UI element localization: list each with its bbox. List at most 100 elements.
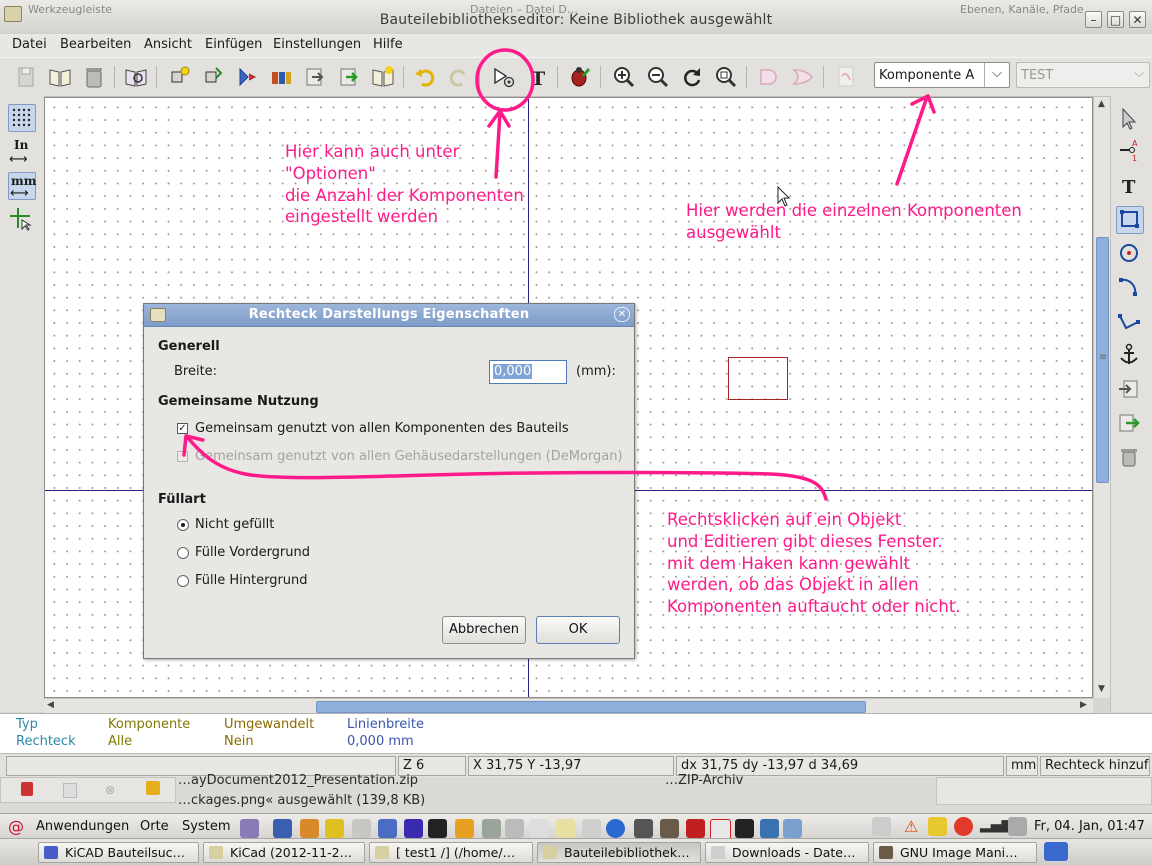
text-tool-icon[interactable]: T — [1116, 172, 1144, 200]
units-mm-button[interactable]: mm ⟷ — [8, 172, 36, 201]
launcher-20-icon[interactable] — [735, 819, 754, 838]
fill-background-radio[interactable] — [177, 575, 189, 587]
part-options-icon[interactable] — [492, 64, 518, 90]
minimize-button[interactable]: – — [1085, 11, 1102, 28]
save-library-icon[interactable] — [13, 64, 39, 90]
gimp-icon[interactable] — [660, 819, 679, 838]
horizontal-scroll-thumb[interactable] — [316, 701, 866, 713]
rectangle-graphic[interactable] — [728, 357, 788, 400]
task-downloads[interactable]: Downloads - Date… — [705, 842, 869, 863]
width-input[interactable]: 0,000 — [489, 360, 567, 384]
delete-part-icon[interactable] — [81, 64, 107, 90]
pdf-datasheet-icon[interactable] — [833, 64, 859, 90]
check-part-icon[interactable] — [566, 64, 592, 90]
ok-button[interactable]: OK — [536, 616, 620, 644]
launcher-18-icon[interactable] — [686, 819, 705, 838]
menu-einfuegen[interactable]: Einfügen — [205, 37, 262, 52]
cancel-button[interactable]: Abbrechen — [442, 616, 526, 644]
launcher-19-icon[interactable] — [710, 819, 731, 840]
scroll-up-icon[interactable]: ▲ — [1098, 99, 1105, 109]
terminal-icon[interactable] — [428, 819, 447, 838]
launcher-4-icon[interactable] — [325, 819, 344, 838]
dialog-close-icon[interactable]: ✕ — [614, 307, 630, 322]
close-button[interactable]: ✕ — [1129, 11, 1146, 28]
import-part-icon[interactable] — [234, 64, 260, 90]
update-part-icon[interactable] — [268, 64, 294, 90]
launcher-5-icon[interactable] — [352, 819, 371, 838]
volume-icon[interactable] — [872, 817, 891, 836]
task-eeschema[interactable]: [ test1 /] (/home/… — [369, 842, 533, 863]
calculator-icon[interactable] — [505, 819, 524, 838]
warning-icon[interactable]: ⚠ — [904, 817, 918, 836]
launcher-13-icon[interactable] — [556, 819, 575, 838]
circle-tool-icon[interactable] — [1116, 240, 1144, 268]
create-new-lib-icon[interactable] — [336, 64, 362, 90]
launcher-2-icon[interactable] — [273, 819, 292, 838]
task-kicad-part-search[interactable]: KiCAD Bauteilsuc… — [38, 842, 199, 863]
select-tool-icon[interactable] — [1116, 106, 1144, 134]
import-drawing-icon[interactable] — [1116, 376, 1144, 404]
window-titlebar[interactable]: Werkzeugleiste Dateien – Datei D… Ebenen… — [0, 0, 1152, 35]
launcher-7-icon[interactable] — [404, 819, 423, 838]
fill-background-label[interactable]: Fülle Hintergrund — [195, 573, 308, 588]
launcher-1-icon[interactable] — [240, 819, 259, 838]
tex-icon[interactable] — [582, 819, 601, 838]
panel-clock[interactable]: Fr, 04. Jan, 01:47 — [1034, 819, 1145, 834]
chevron-down-icon[interactable]: ⌵ — [1129, 63, 1149, 87]
launcher-12-icon[interactable] — [530, 819, 549, 838]
menu-hilfe[interactable]: Hilfe — [373, 37, 403, 52]
menu-applications[interactable]: Anwendungen — [36, 819, 129, 834]
units-inch-button[interactable]: In ⟷ — [8, 138, 36, 167]
rectangle-tool-icon[interactable] — [1116, 206, 1144, 234]
zoom-in-icon[interactable] — [611, 64, 637, 90]
zoom-out-icon[interactable] — [645, 64, 671, 90]
share-all-convert-checkbox[interactable] — [177, 451, 188, 462]
save-part-in-lib-icon[interactable] — [370, 64, 396, 90]
cursor-shape-icon[interactable] — [8, 206, 36, 234]
launcher-6-icon[interactable] — [378, 819, 397, 838]
launcher-10-icon[interactable] — [482, 819, 501, 838]
delete-tool-icon[interactable] — [1116, 444, 1144, 472]
share-all-units-checkbox[interactable]: ✓ — [177, 423, 188, 434]
fill-foreground-label[interactable]: Fülle Vordergrund — [195, 545, 310, 560]
launcher-15-icon[interactable] — [606, 819, 625, 838]
component-select[interactable]: Komponente A ⌵ — [874, 62, 1010, 88]
grid-toggle-icon[interactable] — [8, 104, 36, 132]
polyline-tool-icon[interactable] — [1116, 308, 1144, 336]
anchor-tool-icon[interactable] — [1116, 342, 1144, 370]
pin-tool-icon[interactable]: A1 — [1116, 138, 1144, 166]
workspace-switcher-icon[interactable] — [1044, 842, 1068, 861]
task-library-editor[interactable]: Bauteilebibliothek… — [537, 842, 701, 863]
horizontal-scrollbar[interactable]: ◀ ▶ — [44, 698, 1093, 714]
fill-foreground-radio[interactable] — [177, 547, 189, 559]
export-drawing-icon[interactable] — [1116, 410, 1144, 438]
new-part-icon[interactable] — [166, 64, 192, 90]
chevron-down-icon[interactable]: ⌵ — [984, 63, 1009, 87]
menu-ansicht[interactable]: Ansicht — [144, 37, 192, 52]
network-icon[interactable] — [1008, 817, 1027, 836]
vertical-scrollbar[interactable]: ▲ ▼ — [1093, 97, 1110, 698]
scroll-down-icon[interactable]: ▼ — [1098, 684, 1105, 694]
text-icon[interactable]: T — [526, 64, 552, 90]
debian-logo-icon[interactable]: @ — [8, 817, 24, 836]
launcher-9-icon[interactable] — [455, 819, 474, 838]
scroll-right-icon[interactable]: ▶ — [1080, 700, 1087, 710]
share-all-units-label[interactable]: Gemeinsam genutzt von allen Komponenten … — [195, 421, 569, 436]
menu-bearbeiten[interactable]: Bearbeiten — [60, 37, 131, 52]
menu-places[interactable]: Orte — [140, 819, 169, 834]
launcher-16-icon[interactable] — [634, 819, 653, 838]
menu-datei[interactable]: Datei — [12, 37, 47, 52]
menu-einstellungen[interactable]: Einstellungen — [273, 37, 361, 52]
redraw-icon[interactable] — [679, 64, 705, 90]
demorgan-alt-icon[interactable] — [790, 64, 816, 90]
fill-none-label[interactable]: Nicht gefüllt — [195, 517, 274, 532]
task-gimp[interactable]: GNU Image Mani… — [873, 842, 1037, 863]
task-kicad-main[interactable]: KiCad (2012-11-2… — [203, 842, 365, 863]
alarm-icon[interactable] — [954, 817, 973, 836]
browse-library-icon[interactable] — [123, 64, 149, 90]
demorgan-normal-icon[interactable] — [756, 64, 782, 90]
redo-icon[interactable] — [446, 64, 472, 90]
menu-system[interactable]: System — [182, 819, 230, 834]
alias-select[interactable]: TEST ⌵ — [1016, 62, 1150, 88]
share-all-convert-label[interactable]: Gemeinsam genutzt von allen Gehäusedarst… — [195, 449, 623, 464]
